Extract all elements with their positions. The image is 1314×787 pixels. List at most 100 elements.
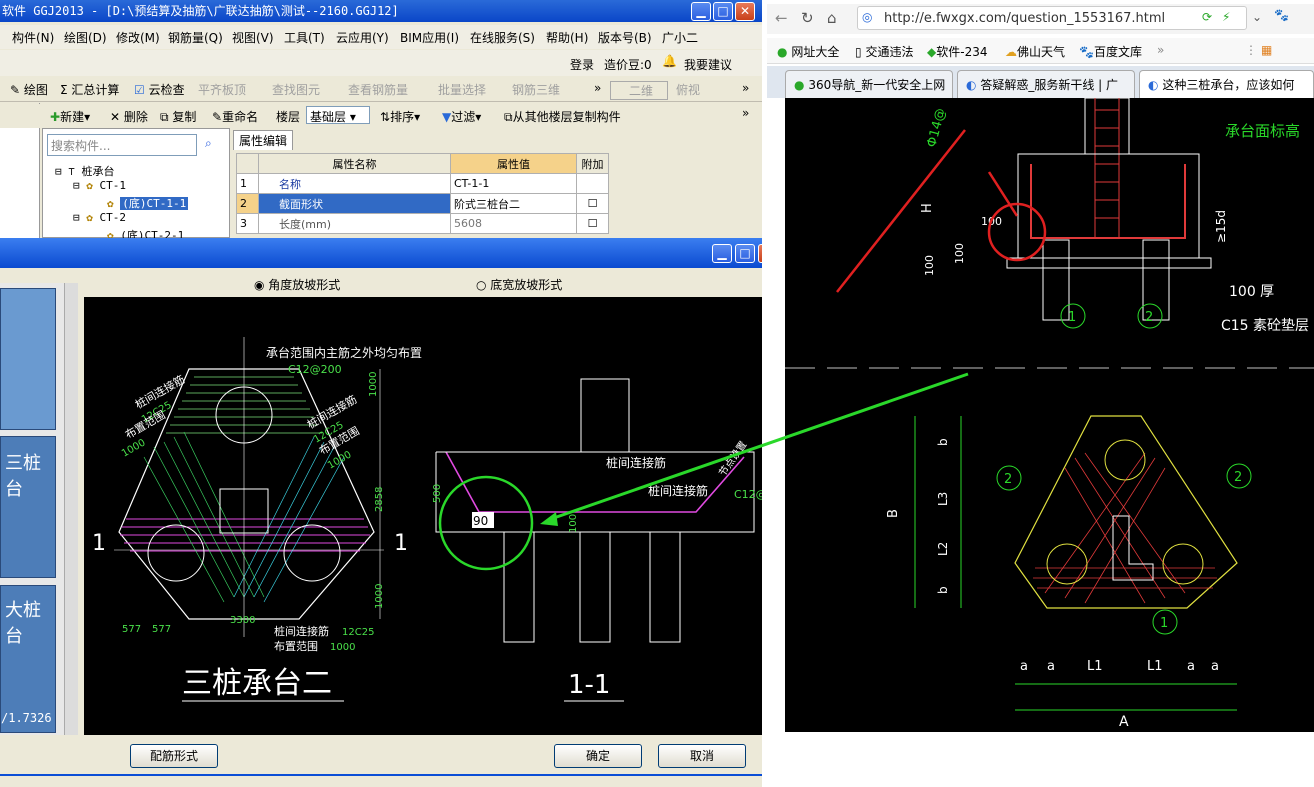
search-icon[interactable]: ⌕	[205, 136, 212, 151]
tree-node-ct1-1[interactable]: ✿ (底)CT-1-1	[107, 195, 189, 211]
menu-help[interactable]: 帮助(H)	[546, 29, 588, 46]
rename-button[interactable]: ✎重命名	[212, 108, 258, 125]
radio-angle[interactable]: ◉ 角度放坡形式	[254, 276, 340, 293]
radio-width[interactable]: ○ 底宽放坡形式	[476, 276, 562, 293]
menu-view[interactable]: 视图(V)	[232, 29, 274, 46]
more-chevron-icon[interactable]: »	[742, 81, 749, 95]
close-button[interactable]: ✕	[735, 2, 755, 21]
tb-align-top[interactable]: 平齐板顶	[198, 81, 246, 98]
dim-text: 577	[152, 624, 171, 635]
tree-node-ct2[interactable]: ⊟ ✿ CT-2	[73, 211, 126, 224]
tb-find[interactable]: 查找图元	[272, 81, 320, 98]
tree-node-root[interactable]: ⊟ ⊤ 桩承台	[55, 163, 115, 179]
apps-icon[interactable]: ▦	[1261, 43, 1272, 57]
prop-value[interactable]: 5608	[450, 213, 577, 234]
menu-bim[interactable]: BIM应用(I)	[400, 29, 459, 46]
menu-dots-icon[interactable]: ⋮	[1245, 43, 1257, 57]
menu-assistant[interactable]: 广小二	[662, 29, 698, 46]
suggest-link[interactable]: 我要建议	[684, 56, 732, 73]
filter-button[interactable]: ▼过滤▾	[442, 108, 481, 125]
more-chevron-icon[interactable]: »	[742, 106, 749, 120]
tb-batch[interactable]: 批量选择	[438, 81, 486, 98]
dim-text: B	[886, 509, 901, 518]
search-input[interactable]: 搜索构件...	[47, 134, 197, 156]
tb-draw[interactable]: ✎ 绘图	[10, 81, 48, 98]
dropdown-icon[interactable]: ⌄	[1252, 10, 1262, 24]
dim-text: a	[1020, 659, 1028, 674]
bell-icon[interactable]: 🔔	[662, 54, 677, 68]
refresh-icon[interactable]: ⟳	[1202, 10, 1212, 24]
tree-node-ct1[interactable]: ⊟ ✿ CT-1	[73, 179, 126, 192]
tb-cloud-check[interactable]: ☑ 云检查	[134, 81, 185, 98]
menu-version[interactable]: 版本号(B)	[598, 29, 652, 46]
hdr-value: 属性值	[450, 153, 577, 174]
extension-icon[interactable]: 🐾	[1274, 8, 1289, 22]
browser-tab-active[interactable]: ◐ 这种三桩承台，应该如何	[1139, 70, 1314, 98]
bookmark-item[interactable]: ● 网址大全	[777, 43, 839, 60]
stirrup-lines	[1094, 98, 1120, 238]
tb-view-rebar[interactable]: 查看钢筋量	[348, 81, 408, 98]
tb-sum[interactable]: Σ 汇总计算	[60, 81, 119, 98]
address-bar[interactable]: http://e.fwxgx.com/question_1553167.html	[857, 6, 1247, 30]
table-row[interactable]: 3 长度(mm) 5608 ☐	[236, 213, 609, 234]
login-link[interactable]: 登录	[570, 56, 594, 73]
thumb-scrollbar[interactable]	[64, 283, 78, 735]
menu-component[interactable]: 构件(N)	[12, 29, 54, 46]
minimize-button[interactable]: ▁	[691, 2, 711, 21]
tab-property-edit[interactable]: 属性编辑	[233, 130, 293, 150]
menu-modify[interactable]: 修改(M)	[116, 29, 160, 46]
tb-align-top-label: 平齐板顶	[198, 83, 247, 97]
copy-button[interactable]: ⧉ 复制	[160, 108, 196, 125]
prop-checkbox[interactable]: ☐	[576, 193, 609, 214]
home-icon[interactable]: ⌂	[827, 9, 837, 27]
prop-name: 名称	[258, 173, 451, 194]
thumbnail-item[interactable]: 三桩台	[0, 436, 56, 578]
angle-value[interactable]: 90	[473, 514, 488, 528]
maximize-button[interactable]: □	[713, 2, 733, 21]
delete-button[interactable]: ✕ 删除	[110, 108, 148, 125]
view-mode-select[interactable]: 俯视	[676, 81, 700, 98]
menu-online[interactable]: 在线服务(S)	[470, 29, 535, 46]
pad-outline	[1006, 257, 1212, 269]
reload-icon[interactable]: ↻	[801, 9, 814, 27]
more-chevron-icon[interactable]: »	[594, 81, 601, 95]
row-index: 1	[236, 173, 259, 194]
lightning-icon[interactable]: ⚡	[1222, 10, 1230, 24]
browser-tab[interactable]: ● 360导航_新一代安全上网	[785, 70, 953, 98]
prop-value[interactable]: 阶式三桩台二	[450, 193, 577, 214]
menu-tools[interactable]: 工具(T)	[284, 29, 325, 46]
bookmark-item[interactable]: 🐾百度文库	[1079, 43, 1142, 60]
rebar-form-button[interactable]: 配筋形式	[130, 744, 218, 768]
dim-text: 100	[923, 255, 936, 276]
thumbnail-item[interactable]: 大桩台 /1.7326	[0, 585, 56, 733]
bookmark-item[interactable]: ▯ 交通违法	[855, 43, 913, 60]
more-chevron-icon[interactable]: »	[1157, 43, 1164, 57]
sort-button[interactable]: ⇅排序▾	[380, 108, 420, 125]
column-section	[580, 378, 630, 453]
bookmark-item[interactable]: ☁佛山天气	[1005, 43, 1065, 60]
thumb-label: 大桩台	[5, 600, 41, 647]
back-icon[interactable]: ←	[775, 9, 788, 27]
dialog-maximize-button[interactable]: □	[735, 244, 755, 263]
thumbnail-item[interactable]	[0, 288, 56, 430]
menu-rebar[interactable]: 钢筋量(Q)	[168, 29, 223, 46]
new-label: 新建	[60, 110, 85, 124]
cancel-button[interactable]: 取消	[658, 744, 746, 768]
bookmark-item[interactable]: ◆软件-234	[927, 43, 987, 60]
copy-from-floor-button[interactable]: ⧉从其他楼层复制构件	[504, 108, 621, 125]
view-2d-select[interactable]: 二维	[610, 81, 669, 100]
table-row[interactable]: 1 名称 CT-1-1	[236, 173, 609, 194]
tb-3d[interactable]: 钢筋三维	[512, 81, 560, 98]
dialog-minimize-button[interactable]: ▁	[712, 244, 732, 263]
bookmark-icon: ●	[777, 45, 788, 59]
prop-value[interactable]: CT-1-1	[450, 173, 577, 194]
ok-button[interactable]: 确定	[554, 744, 642, 768]
menu-cloud[interactable]: 云应用(Y)	[336, 29, 389, 46]
dim-text: H	[920, 203, 935, 213]
floor-select[interactable]: 基础层 ▾	[306, 106, 370, 124]
new-button[interactable]: ✚新建▾	[50, 108, 90, 125]
menu-draw[interactable]: 绘图(D)	[64, 29, 107, 46]
table-row[interactable]: 2 截面形状 阶式三桩台二 ☐	[236, 193, 609, 214]
browser-tab[interactable]: ◐ 答疑解惑_服务新干线 | 广	[957, 70, 1135, 98]
prop-checkbox[interactable]: ☐	[576, 213, 609, 234]
